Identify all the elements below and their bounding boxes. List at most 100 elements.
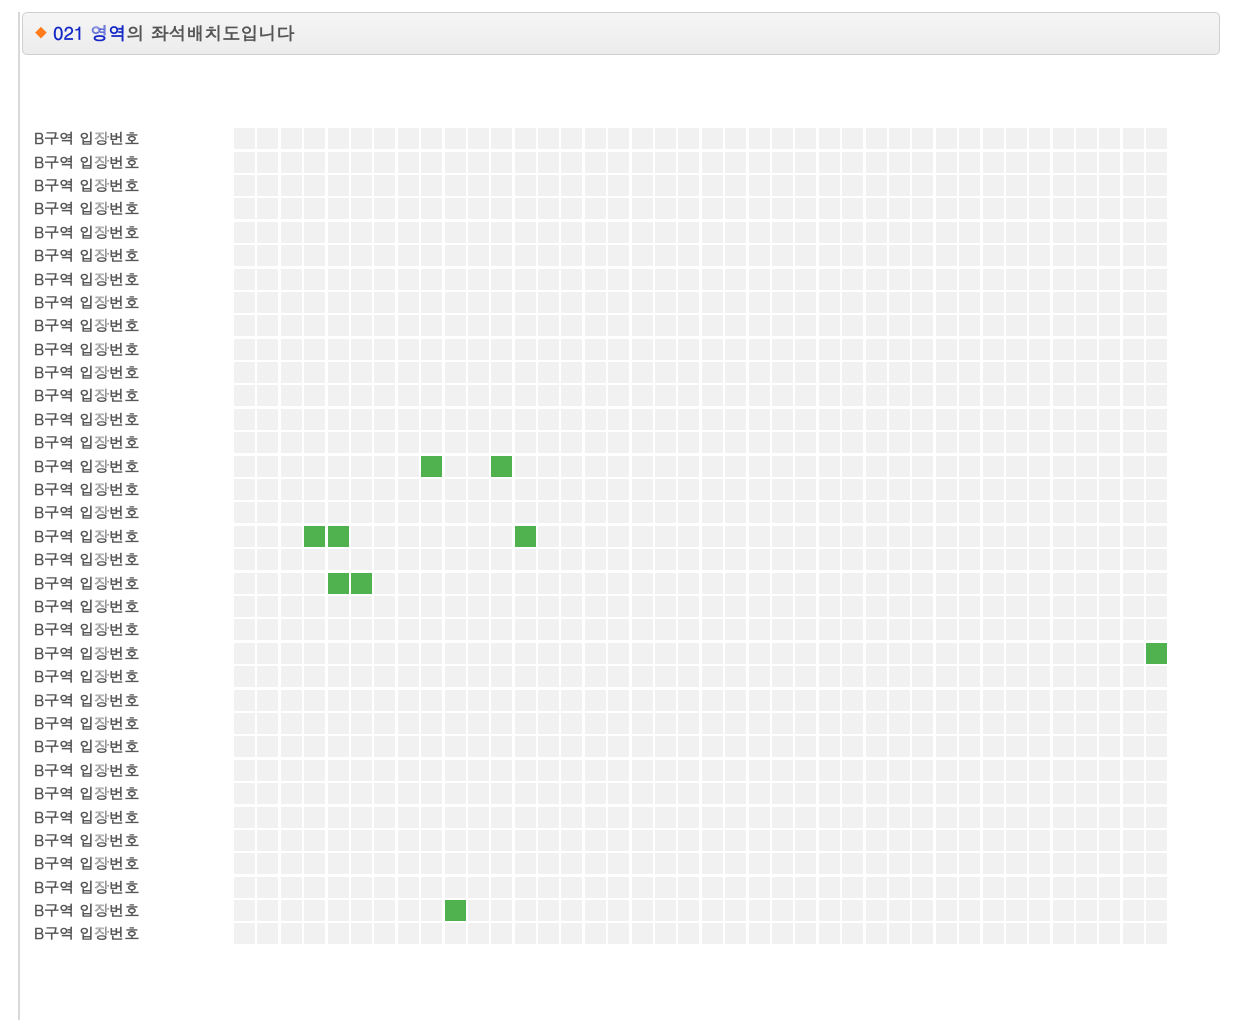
seat-empty[interactable] — [538, 175, 559, 196]
seat-empty[interactable] — [983, 128, 1004, 149]
seat-empty[interactable] — [398, 292, 419, 313]
seat-empty[interactable] — [655, 760, 676, 781]
seat-empty[interactable] — [772, 877, 793, 898]
seat-empty[interactable] — [561, 339, 582, 360]
seat-empty[interactable] — [725, 456, 746, 477]
seat-empty[interactable] — [678, 619, 699, 640]
seat-empty[interactable] — [1076, 736, 1097, 757]
seat-empty[interactable] — [468, 596, 489, 617]
seat-empty[interactable] — [702, 573, 723, 594]
seat-empty[interactable] — [351, 292, 372, 313]
seat-empty[interactable] — [959, 269, 980, 290]
seat-empty[interactable] — [866, 432, 887, 453]
seat-empty[interactable] — [1076, 760, 1097, 781]
seat-empty[interactable] — [772, 573, 793, 594]
seat-empty[interactable] — [772, 385, 793, 406]
seat-empty[interactable] — [561, 222, 582, 243]
seat-empty[interactable] — [328, 222, 349, 243]
seat-empty[interactable] — [304, 245, 325, 266]
seat-empty[interactable] — [819, 713, 840, 734]
seat-empty[interactable] — [889, 736, 910, 757]
seat-empty[interactable] — [328, 690, 349, 711]
seat-empty[interactable] — [304, 807, 325, 828]
seat-empty[interactable] — [608, 643, 629, 664]
seat-empty[interactable] — [398, 783, 419, 804]
seat-empty[interactable] — [561, 666, 582, 687]
seat-empty[interactable] — [1006, 152, 1027, 173]
seat-empty[interactable] — [515, 877, 536, 898]
seat-empty[interactable] — [328, 269, 349, 290]
seat-empty[interactable] — [702, 128, 723, 149]
seat-empty[interactable] — [538, 339, 559, 360]
seat-empty[interactable] — [328, 736, 349, 757]
seat-empty[interactable] — [234, 315, 255, 336]
seat-empty[interactable] — [374, 222, 395, 243]
seat-empty[interactable] — [1076, 830, 1097, 851]
seat-empty[interactable] — [655, 783, 676, 804]
seat-empty[interactable] — [608, 292, 629, 313]
seat-empty[interactable] — [538, 923, 559, 944]
seat-empty[interactable] — [468, 760, 489, 781]
seat-empty[interactable] — [1029, 666, 1050, 687]
seat-empty[interactable] — [1006, 432, 1027, 453]
seat-empty[interactable] — [608, 573, 629, 594]
seat-empty[interactable] — [889, 175, 910, 196]
seat-empty[interactable] — [515, 830, 536, 851]
seat-empty[interactable] — [795, 432, 816, 453]
seat-empty[interactable] — [702, 713, 723, 734]
seat-empty[interactable] — [351, 409, 372, 430]
seat-empty[interactable] — [959, 736, 980, 757]
seat-empty[interactable] — [912, 690, 933, 711]
seat-empty[interactable] — [234, 245, 255, 266]
seat-empty[interactable] — [328, 666, 349, 687]
seat-empty[interactable] — [842, 736, 863, 757]
seat-empty[interactable] — [374, 619, 395, 640]
seat-empty[interactable] — [398, 619, 419, 640]
seat-empty[interactable] — [515, 666, 536, 687]
seat-empty[interactable] — [749, 830, 770, 851]
seat-empty[interactable] — [1146, 877, 1167, 898]
seat-empty[interactable] — [632, 736, 653, 757]
seat-empty[interactable] — [398, 923, 419, 944]
seat-empty[interactable] — [632, 152, 653, 173]
seat-empty[interactable] — [281, 736, 302, 757]
seat-empty[interactable] — [866, 269, 887, 290]
seat-empty[interactable] — [398, 222, 419, 243]
seat-empty[interactable] — [1076, 666, 1097, 687]
seat-empty[interactable] — [1099, 596, 1120, 617]
seat-empty[interactable] — [491, 479, 512, 500]
seat-empty[interactable] — [398, 830, 419, 851]
seat-empty[interactable] — [632, 526, 653, 547]
seat-empty[interactable] — [281, 807, 302, 828]
seat-empty[interactable] — [1029, 573, 1050, 594]
seat-empty[interactable] — [678, 900, 699, 921]
seat-empty[interactable] — [304, 479, 325, 500]
seat-empty[interactable] — [866, 830, 887, 851]
seat-empty[interactable] — [866, 643, 887, 664]
seat-empty[interactable] — [515, 690, 536, 711]
seat-empty[interactable] — [749, 339, 770, 360]
seat-empty[interactable] — [959, 900, 980, 921]
seat-empty[interactable] — [421, 339, 442, 360]
seat-empty[interactable] — [491, 128, 512, 149]
seat-empty[interactable] — [819, 385, 840, 406]
seat-empty[interactable] — [585, 807, 606, 828]
seat-empty[interactable] — [959, 619, 980, 640]
seat-empty[interactable] — [678, 198, 699, 219]
seat-empty[interactable] — [491, 339, 512, 360]
seat-empty[interactable] — [655, 526, 676, 547]
seat-empty[interactable] — [561, 198, 582, 219]
seat-empty[interactable] — [257, 830, 278, 851]
seat-empty[interactable] — [538, 853, 559, 874]
seat-empty[interactable] — [1146, 222, 1167, 243]
seat-empty[interactable] — [1076, 175, 1097, 196]
seat-empty[interactable] — [1099, 315, 1120, 336]
seat-empty[interactable] — [866, 736, 887, 757]
seat-empty[interactable] — [702, 222, 723, 243]
seat-empty[interactable] — [538, 596, 559, 617]
seat-empty[interactable] — [257, 269, 278, 290]
seat-empty[interactable] — [1099, 736, 1120, 757]
seat-empty[interactable] — [983, 760, 1004, 781]
seat-empty[interactable] — [959, 690, 980, 711]
seat-empty[interactable] — [889, 760, 910, 781]
